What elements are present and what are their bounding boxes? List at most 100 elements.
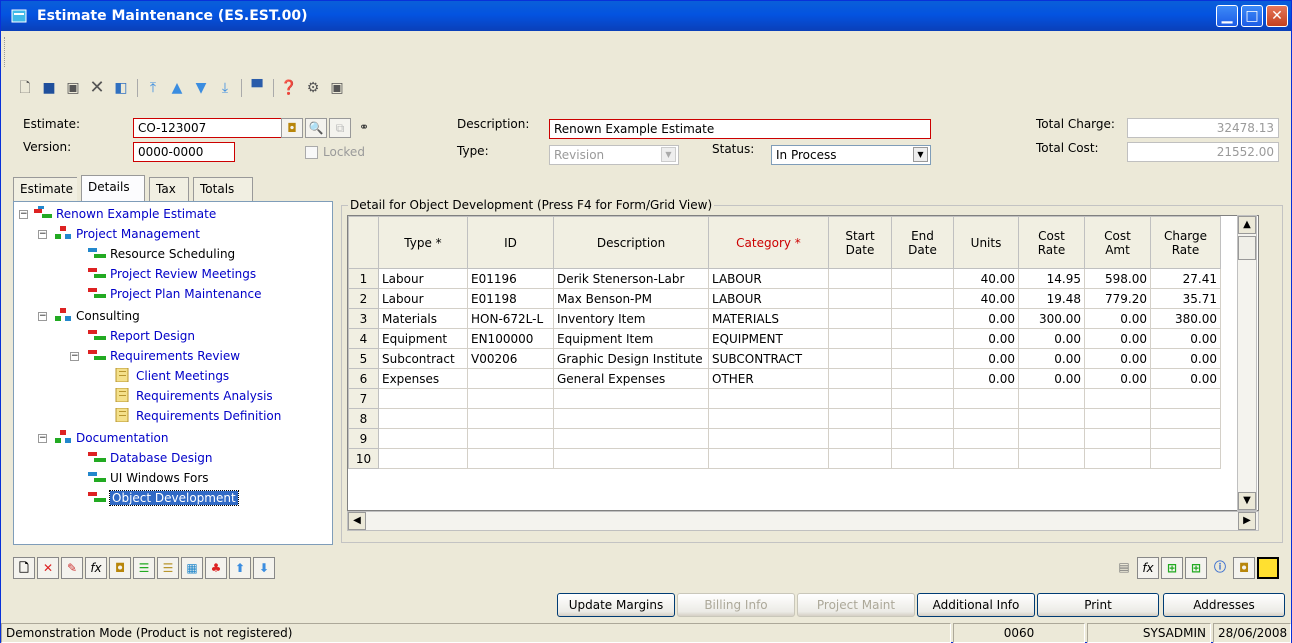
copy-icon[interactable]: ⧉: [329, 118, 351, 138]
grid-cell[interactable]: HON-672L-L: [467, 308, 554, 329]
grid-cell[interactable]: [953, 448, 1019, 469]
grid-cell[interactable]: [953, 388, 1019, 409]
grid-cell[interactable]: [553, 388, 709, 409]
grid-cell[interactable]: 0.00: [1150, 368, 1221, 389]
column-header[interactable]: Start Date: [828, 216, 892, 269]
grid-cell[interactable]: [467, 448, 554, 469]
tree-node-selected[interactable]: Object Development: [88, 490, 239, 508]
version-input[interactable]: 0000-0000: [133, 142, 235, 162]
preview-icon[interactable]: ▣: [327, 77, 347, 99]
collapse-icon[interactable]: −: [38, 434, 47, 443]
toolbar-grip[interactable]: [4, 37, 8, 67]
grid-cell[interactable]: [828, 428, 892, 449]
tree-node[interactable]: Project Review Meetings: [88, 266, 256, 284]
grid-cell[interactable]: [828, 368, 892, 389]
scroll-thumb[interactable]: [1238, 236, 1256, 260]
new-icon[interactable]: 🗋: [15, 77, 35, 99]
grid-cell[interactable]: 0.00: [1084, 368, 1151, 389]
grid-cell[interactable]: [1150, 428, 1221, 449]
grid-cell[interactable]: [467, 428, 554, 449]
grid-cell[interactable]: 35.71: [1150, 288, 1221, 309]
table-row[interactable]: 10: [348, 448, 1221, 469]
locked-checkbox[interactable]: [305, 146, 318, 159]
column-header[interactable]: Units: [953, 216, 1019, 269]
detail-grid[interactable]: Type * ID Description Category * Start D…: [347, 215, 1259, 511]
grid-cell[interactable]: 0.00: [1018, 328, 1085, 349]
grid-cell[interactable]: [553, 448, 709, 469]
addresses-button[interactable]: Addresses: [1163, 593, 1285, 617]
grid-cell[interactable]: 300.00: [1018, 308, 1085, 329]
grid-cell[interactable]: [953, 408, 1019, 429]
grid-cell[interactable]: [708, 408, 829, 429]
grid-cell[interactable]: Equipment: [378, 328, 468, 349]
grid-cell[interactable]: 0.00: [1084, 328, 1151, 349]
grid-cell[interactable]: Graphic Design Institute: [553, 348, 709, 369]
chevron-down-icon[interactable]: ▼: [913, 147, 928, 162]
scroll-down-icon[interactable]: ▼: [1238, 492, 1256, 510]
column-header[interactable]: ID: [467, 216, 554, 269]
grid-cell[interactable]: [708, 448, 829, 469]
tree-node[interactable]: Client Meetings: [114, 368, 229, 386]
note-icon[interactable]: [1257, 557, 1279, 579]
column-header[interactable]: Type *: [378, 216, 468, 269]
window-icon[interactable]: ▀: [247, 77, 267, 99]
scroll-right-icon[interactable]: ▶: [1238, 512, 1256, 530]
status-select[interactable]: In Process ▼: [771, 145, 931, 165]
table-row[interactable]: 7: [348, 388, 1221, 409]
grid-cell[interactable]: [891, 428, 954, 449]
tree-node[interactable]: Documentation: [54, 430, 169, 448]
grid-cell[interactable]: Labour: [378, 268, 468, 289]
estimate-input[interactable]: CO-123007: [133, 118, 295, 138]
project-tree[interactable]: − Renown Example Estimate − Project Mana…: [13, 201, 333, 545]
tab-details[interactable]: Details: [81, 175, 145, 201]
grid-cell[interactable]: [891, 288, 954, 309]
zoom-icon[interactable]: 🔍: [305, 118, 327, 138]
additional-info-button[interactable]: Additional Info: [917, 593, 1035, 617]
grid-cell[interactable]: E01198: [467, 288, 554, 309]
grid-cell[interactable]: [1018, 408, 1085, 429]
tab-tax[interactable]: Tax: [149, 177, 189, 201]
grid-cell[interactable]: [891, 388, 954, 409]
grid-cell[interactable]: LABOUR: [708, 268, 829, 289]
grid-cell[interactable]: [828, 308, 892, 329]
update-margins-button[interactable]: Update Margins: [557, 593, 675, 617]
grid-cell[interactable]: 14.95: [1018, 268, 1085, 289]
last-record-icon[interactable]: ⤓: [215, 77, 235, 99]
grid-cell[interactable]: [828, 268, 892, 289]
grid-cell[interactable]: [1084, 428, 1151, 449]
grid-cell[interactable]: [891, 328, 954, 349]
grid-cell[interactable]: 0.00: [1018, 348, 1085, 369]
grid-cell[interactable]: 0.00: [1150, 348, 1221, 369]
import-excel-icon[interactable]: ⊞: [1185, 557, 1207, 579]
grid-cell[interactable]: Equipment Item: [553, 328, 709, 349]
grid-cell[interactable]: 0.00: [953, 368, 1019, 389]
close-button[interactable]: ✕: [1266, 5, 1288, 27]
scroll-up-icon[interactable]: ▲: [1238, 216, 1256, 234]
tab-estimate[interactable]: Estimate: [13, 177, 77, 201]
table-row[interactable]: 6 Expenses General Expenses OTHER 0.00 0.00 0.…: [348, 368, 1221, 389]
grid-cell[interactable]: [378, 408, 468, 429]
next-record-icon[interactable]: ▼: [191, 77, 211, 99]
grid-cell[interactable]: [1084, 448, 1151, 469]
grid-cell[interactable]: [378, 388, 468, 409]
save-as-icon[interactable]: ▣: [63, 77, 83, 99]
grid-cell[interactable]: 40.00: [953, 268, 1019, 289]
grid-cell[interactable]: 380.00: [1150, 308, 1221, 329]
formula-icon[interactable]: fx: [1137, 557, 1159, 579]
grid-cell[interactable]: E01196: [467, 268, 554, 289]
delete-icon[interactable]: ✕: [87, 77, 107, 99]
first-record-icon[interactable]: ⤒: [143, 77, 163, 99]
grid-cell[interactable]: [828, 348, 892, 369]
grid-cell[interactable]: V00206: [467, 348, 554, 369]
tab-totals[interactable]: Totals: [193, 177, 253, 201]
grid-cell[interactable]: 0.00: [953, 328, 1019, 349]
vertical-scrollbar[interactable]: ▲ ▼: [1237, 215, 1257, 511]
scroll-left-icon[interactable]: ◀: [348, 512, 366, 530]
table-row[interactable]: 9: [348, 428, 1221, 449]
grid-cell[interactable]: [1018, 428, 1085, 449]
edit-node-icon[interactable]: ✎: [61, 557, 83, 579]
grid-cell[interactable]: [1018, 448, 1085, 469]
grid-cell[interactable]: SUBCONTRACT: [708, 348, 829, 369]
table-row[interactable]: 1 Labour E01196 Derik Stenerson-Labr LABOUR 4…: [348, 268, 1221, 289]
collapse-icon[interactable]: −: [70, 352, 79, 361]
